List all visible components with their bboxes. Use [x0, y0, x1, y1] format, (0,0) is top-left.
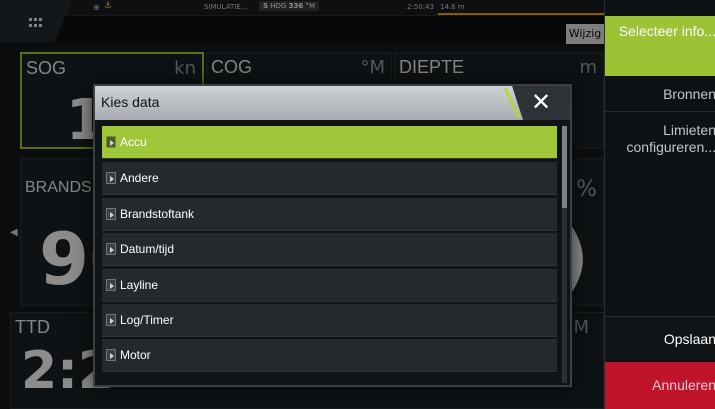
side-menu: Selecteer info... Bronnen Limieten confi… [604, 0, 715, 409]
expand-arrow-icon [106, 279, 116, 291]
expand-arrow-icon [106, 172, 116, 184]
list-item-label: Accu [120, 135, 147, 149]
expand-arrow-icon [106, 208, 116, 220]
configure-limits-button[interactable]: Limieten configureren... [605, 116, 715, 166]
expand-arrow-icon [106, 243, 116, 255]
list-item-label: Layline [120, 278, 159, 292]
list-scrollbar[interactable] [562, 126, 567, 383]
list-item-datum-tijd[interactable]: Datum/tijd [102, 233, 557, 266]
save-button[interactable]: Opslaan [605, 316, 715, 362]
list-item-log-timer[interactable]: Log/Timer [102, 304, 557, 337]
sources-button[interactable]: Bronnen [605, 80, 715, 112]
cancel-button[interactable]: Annuleren [605, 362, 715, 409]
choose-data-dialog: Kies data ✕ Accu Andere Brandstoftank Da… [93, 84, 572, 387]
dialog-header: Kies data ✕ [95, 86, 570, 120]
list-item-andere[interactable]: Andere [102, 162, 557, 195]
list-item-brandstoftank[interactable]: Brandstoftank [102, 198, 557, 231]
list-item-layline[interactable]: Layline [102, 269, 557, 302]
close-icon[interactable]: ✕ [531, 89, 551, 115]
list-item-label: Log/Timer [120, 313, 174, 327]
header-slash-icon [503, 87, 521, 119]
scrollbar-thumb[interactable] [562, 126, 567, 208]
dialog-title: Kies data [101, 94, 160, 110]
select-info-button[interactable]: Selecteer info... [605, 16, 715, 76]
expand-arrow-icon [106, 136, 116, 148]
list-item-label: Datum/tijd [120, 242, 175, 256]
list-item-motor[interactable]: Motor [102, 339, 557, 372]
data-source-list: Accu Andere Brandstoftank Datum/tijd Lay… [102, 126, 562, 383]
list-item-accu[interactable]: Accu [102, 126, 557, 159]
side-menu-top [605, 0, 715, 16]
expand-arrow-icon [106, 349, 116, 361]
list-item-label: Motor [120, 348, 151, 362]
expand-arrow-icon [106, 314, 116, 326]
list-item-label: Brandstoftank [120, 207, 195, 221]
list-item-label: Andere [120, 171, 159, 185]
